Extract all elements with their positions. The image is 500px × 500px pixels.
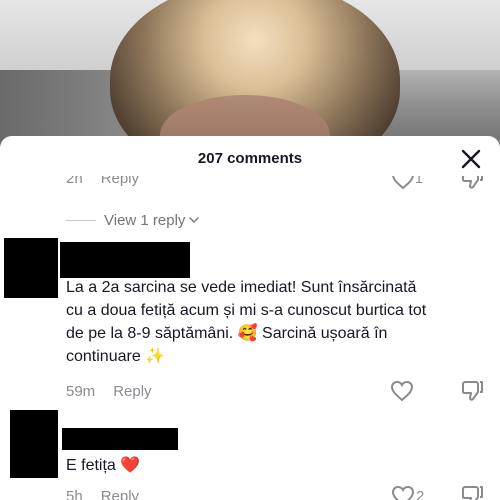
close-icon (461, 149, 481, 169)
dislike-icon[interactable] (460, 380, 484, 402)
heart-icon[interactable] (391, 176, 415, 190)
redacted-avatar (10, 410, 58, 478)
redacted-username (60, 242, 190, 278)
reply-button[interactable]: Reply (101, 488, 139, 500)
redacted-avatar (4, 238, 58, 298)
comment-text-line: E fetița ❤️ (66, 457, 141, 474)
heart-icon[interactable] (391, 485, 415, 500)
reply-button[interactable]: Reply (101, 176, 139, 187)
cut-comment-meta-text: 2h Reply (66, 176, 139, 187)
comment-text-line: cu a doua fetiță acum și mi s-a cunoscut… (66, 302, 427, 319)
comment-meta: 59m Reply (66, 383, 152, 400)
cut-comment-meta: 2h Reply 1 (0, 176, 500, 190)
comment-time: 59m (66, 383, 96, 400)
close-button[interactable] (460, 148, 482, 170)
comment-text-line: continuare ✨ (66, 348, 166, 365)
comment-time: 2h (66, 176, 83, 187)
like-count: 1 (415, 176, 423, 186)
replies-divider-line (66, 219, 96, 221)
reply-button[interactable]: Reply (113, 383, 151, 400)
dislike-icon[interactable] (460, 176, 484, 190)
dislike-icon[interactable] (460, 485, 484, 500)
comment-text-line: La a 2a sarcina se vede imediat! Sunt în… (66, 279, 417, 296)
comment-text-line: de pe la 8-9 săptămâni. 🥰 Sarcină ușoară… (66, 325, 388, 342)
comment-meta: 5h Reply (66, 488, 139, 500)
chevron-down-icon (189, 217, 200, 223)
video-background (0, 0, 500, 150)
view-replies-button[interactable]: View 1 reply (66, 210, 200, 230)
redacted-username (62, 428, 178, 450)
sheet-header: 207 comments (0, 136, 500, 180)
comments-sheet: 207 comments 2h Reply 1 View 1 reply La a… (0, 136, 500, 500)
view-replies-label: View 1 reply (104, 211, 186, 229)
heart-icon[interactable] (390, 380, 414, 402)
comment-text: La a 2a sarcina se vede imediat! Sunt în… (66, 276, 426, 368)
like-count: 2 (416, 488, 425, 500)
comment-text: E fetița ❤️ (66, 454, 140, 477)
comment-time: 5h (66, 488, 83, 500)
comments-count-title: 207 comments (197, 150, 303, 167)
